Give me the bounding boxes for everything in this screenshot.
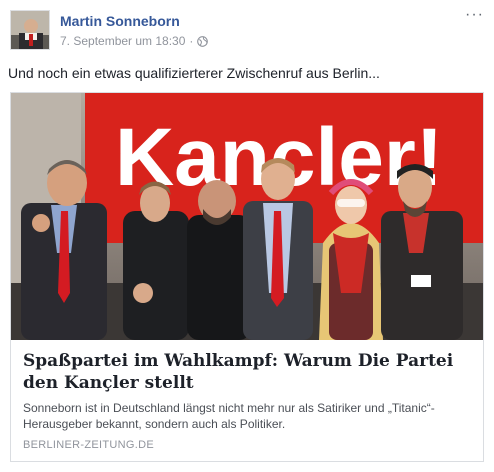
post-header: Martin Sonneborn 7. September um 18:30 ·… [10, 7, 484, 54]
post-meta: 7. September um 18:30 · [60, 34, 209, 48]
link-preview-image[interactable]: Kancler! [11, 93, 483, 340]
author-name-link[interactable]: Martin Sonneborn [60, 13, 180, 29]
more-options-icon[interactable]: ··· [464, 7, 484, 24]
link-preview-domain: BERLINER-ZEITUNG.DE [23, 439, 154, 451]
meta-separator: · [189, 34, 194, 48]
link-preview-title[interactable]: Spaßpartei im Wahlkampf: Warum Die Parte… [23, 350, 471, 394]
post-timestamp[interactable]: 7. September um 18:30 [60, 34, 185, 48]
link-preview-body[interactable]: Spaßpartei im Wahlkampf: Warum Die Parte… [11, 340, 483, 461]
facebook-post: Martin Sonneborn 7. September um 18:30 ·… [0, 0, 494, 472]
post-text: Und noch ein etwas qualifizierterer Zwis… [8, 65, 380, 81]
author-avatar[interactable] [10, 10, 50, 50]
link-preview-description: Sonneborn ist in Deutschland längst nich… [23, 401, 435, 431]
link-preview-card[interactable]: Kancler! Spaßpartei im Wahlkampf: Warum … [10, 92, 484, 462]
avatar-photo [11, 11, 49, 49]
globe-icon[interactable] [197, 35, 209, 47]
